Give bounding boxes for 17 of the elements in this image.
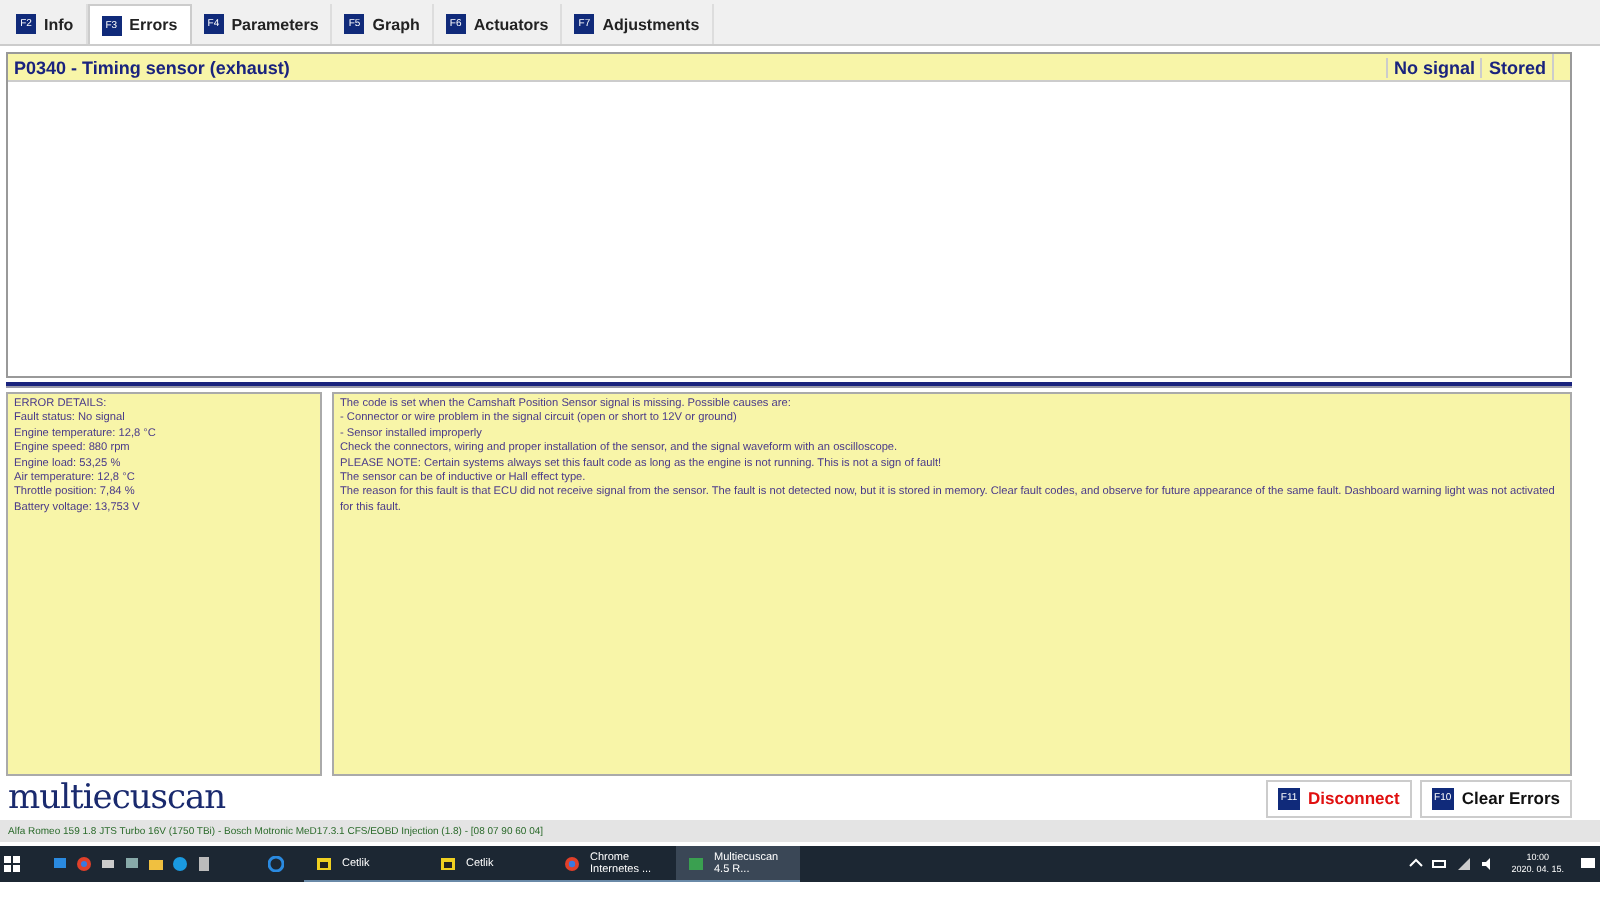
windows-start-icon[interactable]	[4, 856, 20, 872]
folder-icon[interactable]	[148, 856, 164, 872]
browser-icon[interactable]	[76, 856, 92, 872]
folder-icon[interactable]	[316, 855, 332, 871]
error-status: No signal	[1385, 57, 1481, 77]
edge-browser-icon[interactable]	[268, 856, 284, 872]
battery-icon[interactable]	[1431, 856, 1448, 872]
speaker-icon[interactable]	[1479, 856, 1496, 872]
app-logo: multiecuscan	[8, 778, 228, 818]
error-type: Stored	[1480, 57, 1552, 77]
tray-chevron-icon[interactable]	[1407, 856, 1424, 872]
network-icon[interactable]	[1455, 856, 1472, 872]
app-icon[interactable]	[688, 855, 704, 871]
folder-icon[interactable]	[440, 855, 456, 871]
notification-icon[interactable]	[1580, 856, 1596, 872]
error-description: P0340 - Timing sensor (exhaust)	[12, 57, 292, 77]
browser-icon[interactable]	[564, 855, 580, 871]
